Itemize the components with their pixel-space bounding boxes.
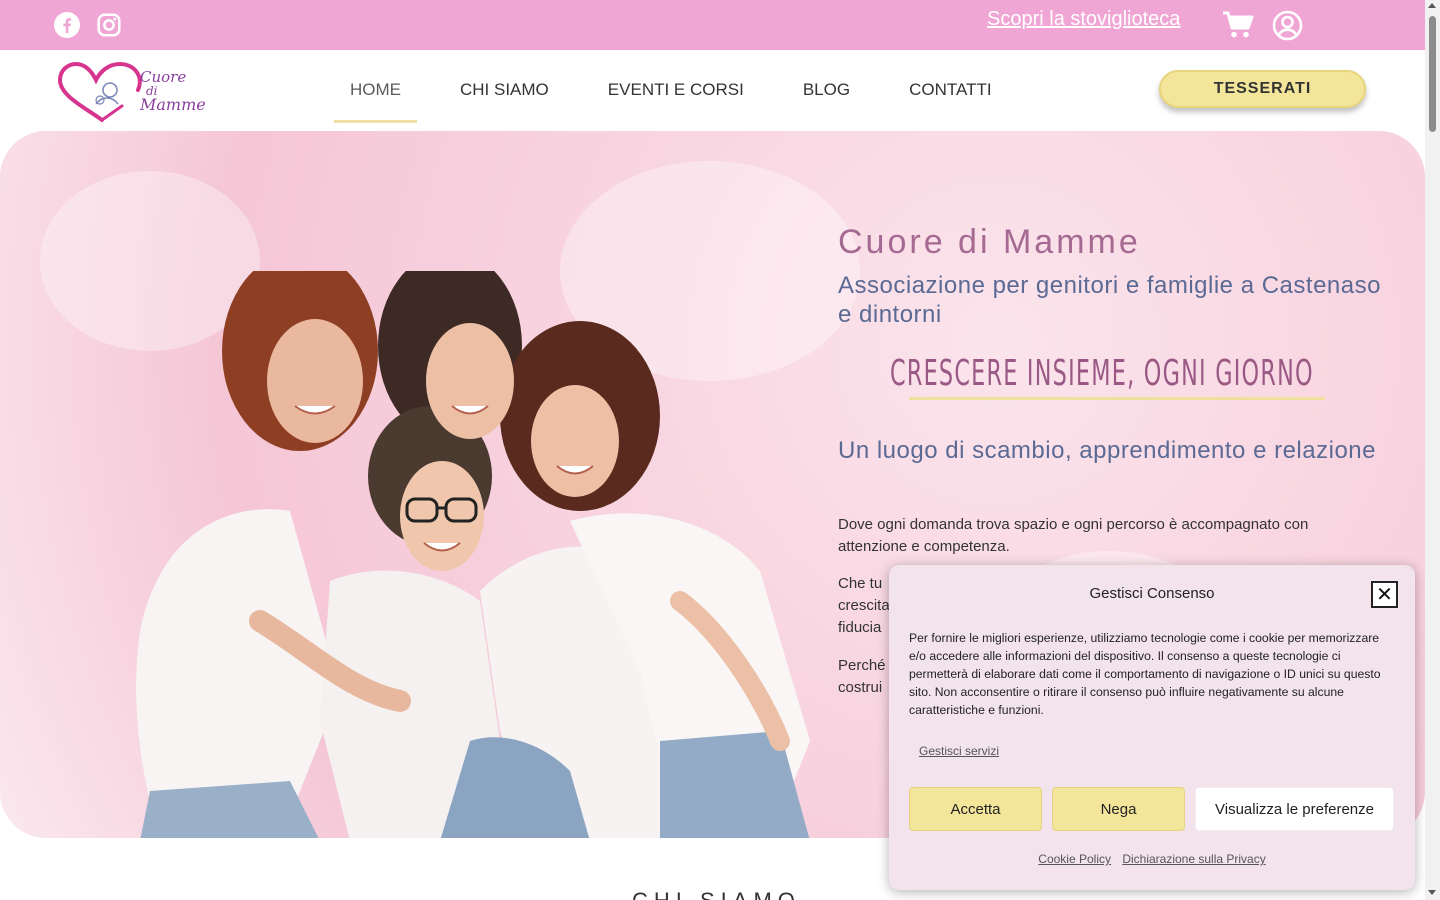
deny-button[interactable]: Nega <box>1052 787 1185 831</box>
nav-contatti[interactable]: CONTATTI <box>893 80 1007 122</box>
hero-title: Cuore di Mamme <box>838 223 1141 261</box>
manage-services-link[interactable]: Gestisci servizi <box>919 744 999 758</box>
stoviglioteca-link[interactable]: Scopri la stoviglioteca <box>987 8 1180 31</box>
scroll-down-icon[interactable] <box>1428 890 1436 895</box>
heart-logo-icon <box>57 61 142 122</box>
nav-blog[interactable]: BLOG <box>787 80 866 122</box>
scrollbar-thumb[interactable] <box>1429 16 1436 132</box>
page-scrollbar[interactable] <box>1425 0 1440 900</box>
nav-chi-siamo[interactable]: CHI SIAMO <box>444 80 565 122</box>
close-icon[interactable]: ✕ <box>1371 581 1398 608</box>
top-bar: Scopri la stoviglioteca <box>0 0 1425 50</box>
tesserati-button[interactable]: TESSERATI <box>1159 70 1366 108</box>
cookie-dialog-body: Per fornire le migliori esperienze, util… <box>909 631 1381 717</box>
hero-tagline: CRESCERE INSIEME, OGNI GIORNO <box>890 353 1314 394</box>
group-photo-image <box>136 271 810 838</box>
hero-subtitle: Associazione per genitori e famiglie a C… <box>838 272 1381 328</box>
main-header: Cuore di Mamme HOME CHI SIAMO EVENTI E C… <box>0 50 1425 130</box>
cookie-consent-dialog: Gestisci Consenso ✕ Per fornire le migli… <box>889 565 1415 890</box>
hero-heading: Un luogo di scambio, apprendimento e rel… <box>838 437 1376 464</box>
privacy-statement-link[interactable]: Dichiarazione sulla Privacy <box>1122 852 1265 866</box>
nav-eventi-e-corsi[interactable]: EVENTI E CORSI <box>592 80 760 122</box>
user-icon[interactable] <box>1272 10 1303 45</box>
tagline-underline <box>909 397 1325 400</box>
main-nav: HOME CHI SIAMO EVENTI E CORSI BLOG CONTA… <box>334 80 1035 123</box>
section-title-partial: CHI SIAMO <box>632 888 801 900</box>
instagram-icon[interactable] <box>96 12 122 38</box>
cart-icon[interactable] <box>1222 11 1254 43</box>
accept-button[interactable]: Accetta <box>909 787 1042 831</box>
hero-paragraph-1: Dove ogni domanda trova spazio e ogni pe… <box>838 516 1309 555</box>
facebook-icon[interactable] <box>54 12 80 38</box>
cookie-policy-link[interactable]: Cookie Policy <box>1038 852 1111 866</box>
site-logo[interactable]: Cuore di Mamme <box>56 60 206 124</box>
logo-text: Cuore di Mamme <box>140 70 206 113</box>
cookie-dialog-title: Gestisci Consenso <box>1089 585 1215 602</box>
view-preferences-button[interactable]: Visualizza le preferenze <box>1195 787 1394 831</box>
logo-line-3: Mamme <box>140 95 206 114</box>
nav-home[interactable]: HOME <box>334 80 417 123</box>
scroll-up-icon[interactable] <box>1428 3 1436 8</box>
social-links <box>54 12 122 38</box>
cookie-dialog-links: Cookie Policy Dichiarazione sulla Privac… <box>889 852 1415 866</box>
